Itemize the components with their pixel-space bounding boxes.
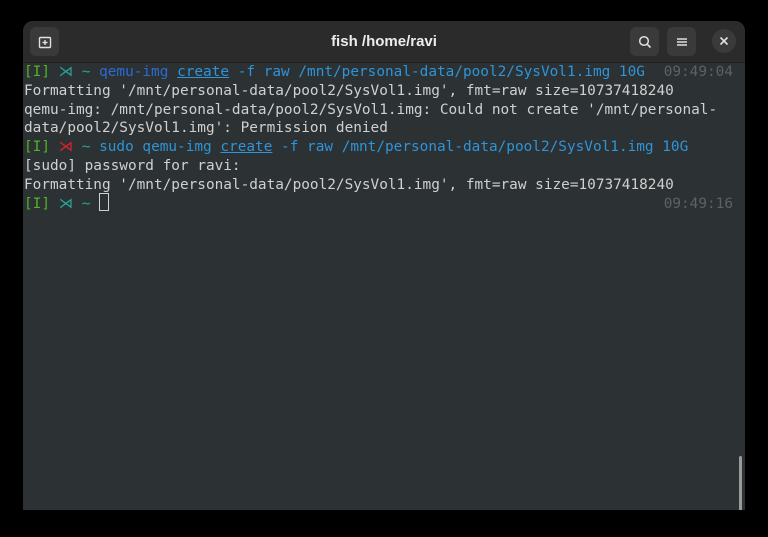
terminal-line: Formatting '/mnt/personal-data/pool2/Sys… <box>24 82 674 99</box>
terminal-window: fish /home/ravi [I] ⋊ ~ qemu-img create … <box>23 21 745 510</box>
terminal-line: [I] ⋊ ~ 09:49:16 <box>23 193 745 214</box>
prompt-glyph-error: ⋊ <box>58 139 74 156</box>
prompt-glyph: ⋊ <box>58 64 74 80</box>
scrollbar-thumb[interactable] <box>739 456 742 510</box>
terminal-line: Formatting '/mnt/personal-data/pool2/Sys… <box>24 176 674 193</box>
prompt-cwd: ~ <box>81 139 91 156</box>
search-icon <box>638 35 651 48</box>
text-cursor[interactable] <box>99 193 110 212</box>
prompt-glyph: ⋊ <box>58 195 74 212</box>
vi-mode-indicator: [I] <box>24 195 50 212</box>
hamburger-menu-icon <box>676 37 687 46</box>
terminal-output[interactable]: [I] ⋊ ~ qemu-img create -f raw /mnt/pers… <box>23 63 745 510</box>
command-sudo: sudo <box>99 139 134 156</box>
title-bar: fish /home/ravi <box>23 21 745 63</box>
command-args: -f raw /mnt/personal-data/pool2/SysVol1.… <box>237 64 645 80</box>
vi-mode-indicator: [I] <box>24 139 50 156</box>
command-subcommand: create <box>177 64 230 80</box>
terminal-line: qemu-img: /mnt/personal-data/pool2/SysVo… <box>24 101 718 118</box>
search-button[interactable] <box>630 27 659 56</box>
terminal-line: [sudo] password for ravi: <box>24 157 241 174</box>
prompt-cwd: ~ <box>81 64 91 80</box>
command-subcommand: create <box>220 139 273 156</box>
terminal-line: [I] ⋊ ~ qemu-img create -f raw /mnt/pers… <box>23 63 745 82</box>
terminal-line: [I] ⋊ ~ sudo qemu-img create -f raw /mnt… <box>23 138 745 157</box>
right-prompt-time: 09:49:16 <box>663 195 733 212</box>
command-args: -f raw /mnt/personal-data/pool2/SysVol1.… <box>281 139 689 156</box>
command-name: qemu-img <box>99 64 169 80</box>
right-prompt-time: 09:49:04 <box>663 64 733 80</box>
prompt-cwd: ~ <box>81 195 91 212</box>
close-button[interactable] <box>712 29 736 53</box>
terminal-line: data/pool2/SysVol1.img': Permission deni… <box>24 120 388 137</box>
menu-button[interactable] <box>667 27 696 56</box>
vi-mode-indicator: [I] <box>24 64 50 80</box>
close-icon <box>719 36 729 46</box>
command-name: qemu-img <box>142 139 212 156</box>
